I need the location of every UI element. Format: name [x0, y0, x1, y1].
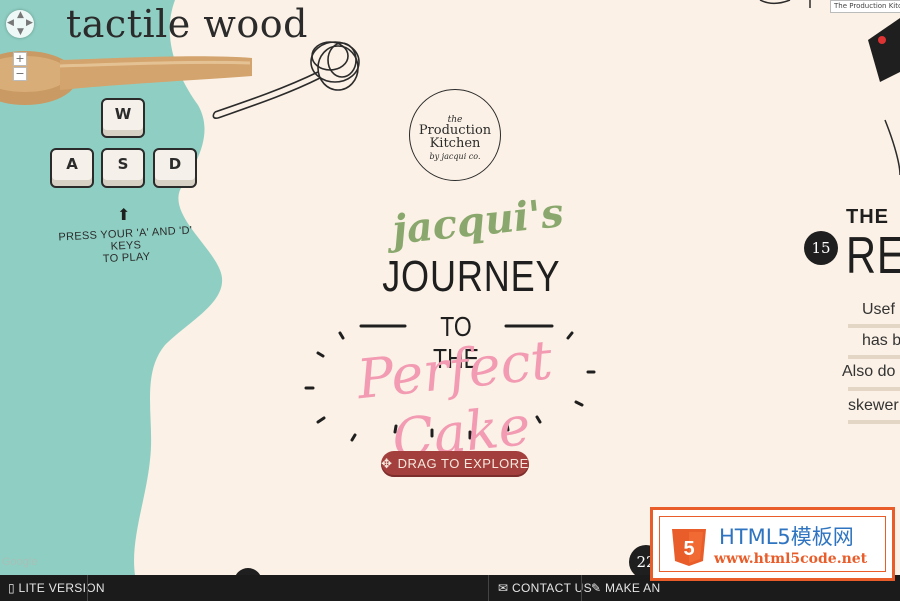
zoom-out-button[interactable]: −: [13, 67, 27, 81]
production-kitchen-tag[interactable]: The Production Kitchen: [830, 0, 900, 13]
drag-to-explore-button[interactable]: ✥ DRAG TO EXPLORE: [381, 451, 529, 477]
footer-divider: [87, 575, 88, 601]
key-w: W: [101, 98, 145, 138]
right-sketch-line: [884, 119, 900, 176]
footer-divider: [581, 575, 582, 601]
key-d: D: [153, 148, 197, 188]
lite-version-label: LITE VERSION: [18, 581, 105, 595]
key-a-label: A: [66, 155, 78, 173]
whisk-sketch-icon: [212, 41, 360, 119]
right-divider-4: [848, 420, 900, 424]
watermark-title: HTML5模板网: [719, 525, 854, 549]
edit-icon: ✎: [591, 581, 602, 595]
zoom-in-button[interactable]: +: [13, 52, 27, 66]
production-kitchen-logo[interactable]: the Production Kitchen by jacqui co.: [409, 89, 501, 181]
footer-divider: [488, 575, 489, 601]
pan-right-icon: ▶: [26, 18, 33, 28]
svg-text:5: 5: [683, 538, 694, 560]
move-arrows-icon: ✥: [381, 456, 393, 471]
step-number-badge[interactable]: 15: [804, 231, 838, 265]
html5-shield-icon: 5: [672, 529, 706, 566]
bottom-partial-badge: [235, 568, 261, 575]
pan-down-icon: ▼: [17, 27, 24, 37]
right-text-line-3: Also do: [842, 363, 896, 380]
hero-journey: JOURNEY: [382, 252, 561, 301]
right-text-line-4: skewer: [848, 397, 899, 414]
google-credit: Google: [2, 556, 38, 568]
pan-up-icon: ▲: [17, 10, 24, 20]
right-divider-2: [848, 355, 900, 359]
envelope-icon: ✉: [498, 581, 509, 595]
logo-line-2: Kitchen: [429, 136, 481, 151]
logo-line-3: by jacqui co.: [429, 152, 481, 161]
site-of-the-day-ribbon-icon: [868, 18, 900, 82]
key-s-label: S: [117, 155, 129, 173]
watermark-url: www.html5code.net: [714, 551, 868, 567]
key-a: A: [50, 148, 94, 188]
pan-left-icon: ◀: [7, 18, 14, 28]
key-s: S: [101, 148, 145, 188]
explore-map[interactable]: ▲ ▼ ◀ ▶ + − tactile wood The Production …: [0, 0, 900, 575]
right-text-line-1: Usef: [862, 301, 895, 318]
right-heading-rel: REL: [846, 227, 900, 285]
up-arrow-icon: ⬆: [117, 205, 131, 224]
site-title[interactable]: tactile wood: [66, 2, 308, 46]
watermark: 5 HTML5模板网 www.html5code.net: [650, 507, 895, 581]
drag-label: DRAG TO EXPLORE: [397, 456, 529, 471]
top-right-sketch: [759, 0, 811, 8]
right-divider-1: [848, 324, 900, 328]
key-w-label: W: [114, 105, 132, 123]
key-d-label: D: [168, 155, 182, 173]
make-an-label: MAKE AN: [605, 581, 661, 595]
right-divider-3: [848, 387, 900, 391]
contact-us-label: CONTACT US: [512, 581, 592, 595]
right-text-line-2: has b: [862, 332, 900, 349]
lite-version-button[interactable]: ▯ LITE VERSION: [0, 575, 113, 601]
phone-icon: ▯: [8, 581, 15, 595]
pan-control[interactable]: ▲ ▼ ◀ ▶: [6, 10, 34, 38]
